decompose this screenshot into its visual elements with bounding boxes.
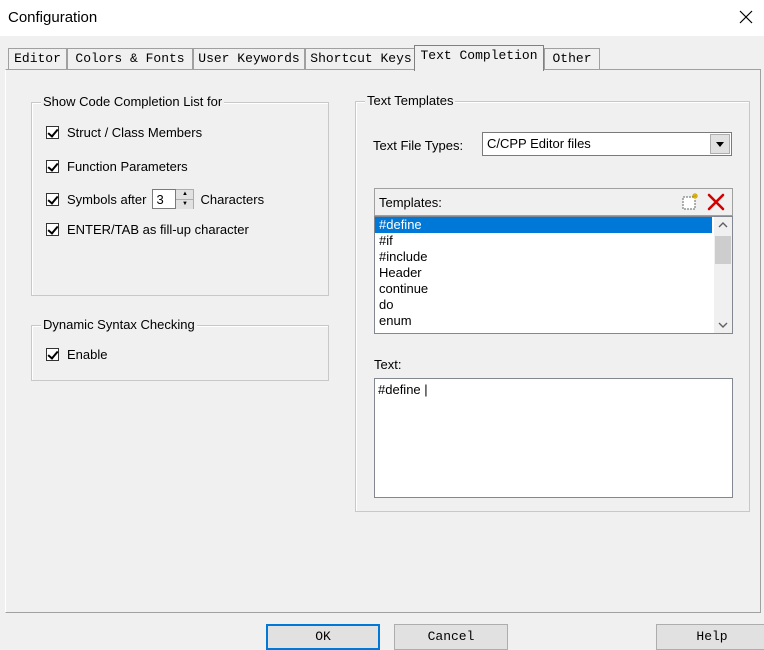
list-item[interactable]: #if <box>375 233 712 249</box>
spinner-down-icon[interactable]: ▼ <box>176 200 194 209</box>
list-item[interactable]: continue <box>375 281 712 297</box>
code-completion-title: Show Code Completion List for <box>41 94 225 109</box>
tab-user-keywords[interactable]: User Keywords <box>193 48 305 70</box>
help-button[interactable]: Help <box>656 624 764 650</box>
window-title: Configuration <box>8 9 98 26</box>
syntax-checking-title: Dynamic Syntax Checking <box>41 317 197 332</box>
spinner-up-icon[interactable]: ▲ <box>176 190 194 200</box>
ok-button[interactable]: OK <box>266 624 380 650</box>
enable-label: Enable <box>67 346 108 362</box>
symbols-after-checkbox[interactable] <box>46 192 59 206</box>
characters-label: Characters <box>200 191 265 207</box>
enter-tab-checkbox[interactable] <box>46 222 59 236</box>
function-params-checkbox[interactable] <box>46 159 59 173</box>
text-label: Text: <box>374 357 402 372</box>
spinner-buttons: ▲ ▼ <box>176 189 195 209</box>
struct-members-label: Struct / Class Members <box>67 124 203 140</box>
code-completion-group: Show Code Completion List for Struct / C… <box>31 94 329 296</box>
enter-tab-row: ENTER/TAB as fill-up character <box>46 221 249 237</box>
struct-members-row: Struct / Class Members <box>46 124 202 140</box>
tab-other[interactable]: Other <box>544 48 600 70</box>
tab-editor[interactable]: Editor <box>8 48 67 70</box>
symbols-count-spinner: ▲ ▼ <box>152 189 195 209</box>
function-params-row: Function Parameters <box>46 158 188 174</box>
file-types-combobox[interactable]: C/CPP Editor files <box>482 132 732 156</box>
scroll-thumb[interactable] <box>715 236 731 264</box>
tab-shortcut-keys[interactable]: Shortcut Keys <box>305 48 417 70</box>
list-item[interactable]: do <box>375 297 712 313</box>
scroll-up-icon[interactable] <box>714 217 732 234</box>
new-template-icon[interactable] <box>679 192 701 213</box>
symbols-after-label: Symbols after <box>67 191 147 207</box>
templates-scrollbar[interactable] <box>714 217 732 333</box>
text-templates-title: Text Templates <box>365 93 456 108</box>
function-params-label: Function Parameters <box>67 158 188 174</box>
tab-text-completion[interactable]: Text Completion <box>414 45 544 71</box>
close-icon[interactable] <box>734 5 758 29</box>
scroll-down-icon[interactable] <box>714 316 732 333</box>
syntax-checking-group: Dynamic Syntax Checking Enable <box>31 317 329 381</box>
list-item[interactable]: #define <box>375 217 712 233</box>
title-bar: Configuration <box>0 0 764 36</box>
tab-colors-fonts[interactable]: Colors & Fonts <box>67 48 193 70</box>
list-item[interactable]: enum <box>375 313 712 329</box>
chevron-down-icon[interactable] <box>710 134 730 154</box>
symbols-count-input[interactable] <box>152 189 177 209</box>
file-types-label: Text File Types: <box>373 138 464 153</box>
tab-panel: Show Code Completion List for Struct / C… <box>5 69 761 613</box>
template-text-editor[interactable]: #define | <box>374 378 733 498</box>
enter-tab-label: ENTER/TAB as fill-up character <box>67 221 249 237</box>
dialog-client: Editor Colors & Fonts User Keywords Shor… <box>0 36 764 650</box>
symbols-after-row: Symbols after ▲ ▼ Characters <box>46 189 264 209</box>
enable-checkbox[interactable] <box>46 347 59 361</box>
templates-listbox: #define #if #include Header continue do … <box>374 216 733 334</box>
templates-label: Templates: <box>379 195 442 210</box>
list-item[interactable]: #include <box>375 249 712 265</box>
list-item[interactable]: Header <box>375 265 712 281</box>
text-templates-group: Text Templates Text File Types: C/CPP Ed… <box>355 93 750 512</box>
delete-template-icon[interactable] <box>705 192 727 213</box>
templates-header: Templates: <box>374 188 733 216</box>
enable-row: Enable <box>46 346 107 362</box>
struct-members-checkbox[interactable] <box>46 125 59 139</box>
cancel-button[interactable]: Cancel <box>394 624 508 650</box>
file-types-value: C/CPP Editor files <box>487 136 591 151</box>
